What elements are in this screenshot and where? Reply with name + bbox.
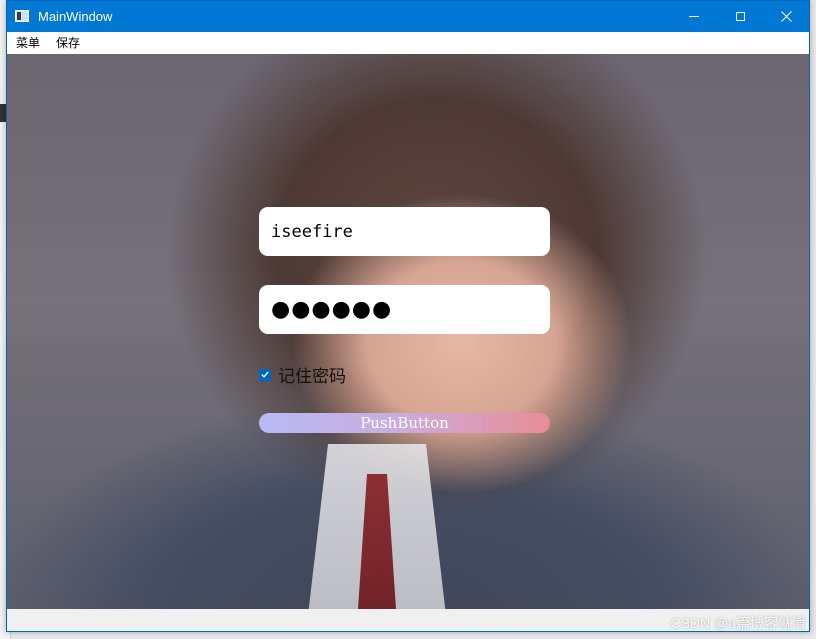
remember-password-label: 记住密码 [278,367,346,387]
minimize-icon [689,16,699,17]
check-icon [261,371,269,378]
password-input[interactable]: ●●●●●● [259,285,550,334]
username-input[interactable]: iseefire [259,207,550,256]
remember-password-checkbox[interactable]: 记住密码 [259,362,346,387]
close-icon [780,11,792,22]
menu-item-save[interactable]: 保存 [54,35,82,51]
watermark: CSDN @a篇博客就滑 [670,615,806,631]
main-window: MainWindow 菜单 保存 iseefire ●●●●●● 记住密码 Pu… [6,0,810,632]
menu-bar: 菜单 保存 [7,32,809,54]
password-value: ●●●●●● [271,297,393,322]
app-window-icon [15,10,29,22]
username-value: iseefire [271,221,353,242]
window-title: MainWindow [38,9,113,24]
menu-item-menu[interactable]: 菜单 [14,35,42,51]
login-background-image: iseefire ●●●●●● 记住密码 PushButton [7,54,809,609]
close-button[interactable] [763,1,809,32]
minimize-button[interactable] [671,1,717,32]
maximize-button[interactable] [717,1,763,32]
push-button[interactable]: PushButton [259,413,550,433]
maximize-icon [735,12,745,21]
checkbox-box[interactable] [259,368,271,381]
title-bar[interactable]: MainWindow [7,1,809,32]
